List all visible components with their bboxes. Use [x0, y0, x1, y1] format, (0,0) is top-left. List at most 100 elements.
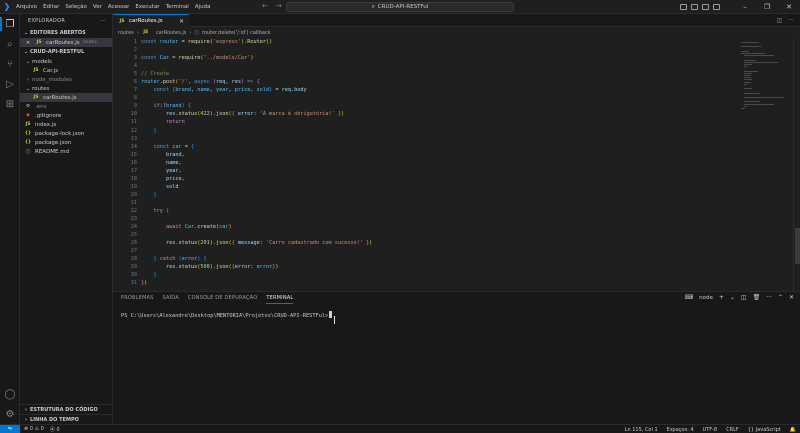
terminal-prompt: PS C:\Users\Alexandre\Desktop\MENTORIA\P… — [121, 313, 329, 319]
code-line: const {brand, name, year, price, sold} =… — [153, 87, 307, 94]
tree-file-package[interactable]: {} package.json — [20, 138, 112, 147]
layout-controls — [680, 4, 720, 10]
toggle-secondary-sidebar-icon[interactable] — [702, 4, 709, 10]
search-text: CRUD-API-RESTFul — [377, 4, 429, 10]
editor-actions: ◫ ··· — [777, 17, 794, 24]
editor-scrollbar[interactable] — [793, 38, 800, 291]
settings-gear-icon[interactable]: ⚙ — [0, 404, 20, 424]
source-control-icon[interactable]: ⑂ — [0, 54, 20, 74]
new-terminal-plus-icon[interactable]: + — [719, 294, 724, 301]
tree-file-package-lock[interactable]: {} package-lock.json — [20, 129, 112, 138]
chevron-right-icon: › — [189, 29, 192, 36]
code-line: router.post('/', async (req, res) => { — [141, 79, 260, 86]
split-terminal-icon[interactable]: ◫ — [741, 294, 747, 301]
tab-output[interactable]: SAÍDA — [163, 295, 179, 304]
menu-item-acessar[interactable]: Acessar — [108, 4, 129, 10]
code-line: sold — [166, 183, 179, 190]
menu-item-ver[interactable]: Ver — [93, 4, 102, 10]
chevron-down-icon[interactable]: ⌄ — [730, 294, 735, 301]
explorer-icon[interactable]: ❐ — [0, 14, 20, 34]
tree-file-car[interactable]: JS Car.js — [20, 66, 112, 75]
remote-indicator-icon[interactable]: ⇋ — [0, 424, 20, 433]
terminal-name[interactable]: node — [699, 295, 713, 301]
close-window-button[interactable]: ✕ — [778, 0, 800, 14]
line-number: 22 — [130, 207, 137, 214]
menu-item-editar[interactable]: Editar — [43, 4, 59, 10]
code-editor[interactable]: 1 2 3 4 5 6 7 8 9 10 11 12 13 14 15 16 17 18 19 20 21 22 23 24 2… — [113, 38, 800, 291]
minimap-line — [744, 88, 752, 90]
tree-folder-node-modules[interactable]: › node_modules — [20, 75, 112, 84]
split-editor-icon[interactable]: ◫ — [777, 17, 783, 24]
tree-file-gitignore[interactable]: ◆ .gitignore — [20, 111, 112, 120]
search-view-icon[interactable]: ⌕ — [0, 34, 20, 54]
tree-label: package-lock.json — [35, 130, 85, 137]
account-icon[interactable]: ◯ — [0, 384, 20, 404]
code-line: res.status(500).json({error: error}) — [166, 264, 279, 271]
menu-item-selecao[interactable]: Seleção — [65, 4, 87, 10]
breadcrumb-folder[interactable]: routes — [118, 30, 134, 36]
code-area[interactable]: const router = require('express').Router… — [141, 38, 741, 287]
more-actions-icon[interactable]: ··· — [788, 17, 794, 24]
gear-file-icon: ⚙ — [25, 104, 31, 109]
errors-status[interactable]: ⊗ 0 ⚠ 0 — [24, 426, 44, 433]
tree-file-readme[interactable]: ⓘ README.md — [20, 147, 112, 156]
terminal-output[interactable]: PS C:\Users\Alexandre\Desktop\MENTORIA\P… — [121, 311, 333, 319]
open-editor-item[interactable]: ✕ JS carRoutes.js routes — [20, 38, 112, 47]
close-panel-icon[interactable]: ✕ — [789, 294, 794, 301]
tree-folder-models[interactable]: ⌄ models — [20, 57, 112, 66]
breadcrumb-file[interactable]: carRoutes.js — [156, 30, 187, 36]
menu-item-arquivo[interactable]: Arquivo — [16, 4, 37, 10]
tab-label: carRoutes.js — [129, 18, 163, 24]
minimap-line — [744, 64, 752, 65]
minimap[interactable] — [741, 38, 787, 168]
forward-arrow-icon[interactable]: → — [276, 2, 282, 10]
tab-problems[interactable]: PROBLEMAS — [121, 295, 154, 304]
tab-debug-console[interactable]: CONSOLE DE DEPURAÇÃO — [188, 295, 257, 304]
outline-header[interactable]: › ESTRUTURA DO CÓDIGO — [20, 404, 113, 414]
tree-folder-routes[interactable]: ⌄ routes — [20, 84, 112, 93]
line-number: 27 — [130, 248, 137, 255]
back-arrow-icon[interactable]: ← — [262, 2, 268, 10]
minimize-button[interactable]: – — [734, 0, 756, 14]
cursor-position[interactable]: Ln 115, Col 1 — [625, 427, 658, 433]
notifications-bell-icon[interactable]: 🔔 — [790, 427, 796, 433]
extensions-icon[interactable]: ⊞ — [0, 94, 20, 114]
indentation[interactable]: Espaços: 4 — [667, 427, 694, 433]
tree-file-env[interactable]: ⚙ .env — [20, 102, 112, 111]
tab-terminal[interactable]: TERMINAL — [266, 295, 294, 304]
toggle-sidebar-icon[interactable] — [680, 4, 687, 10]
trash-icon[interactable]: 🗑 — [753, 294, 761, 301]
more-actions-icon[interactable]: ··· — [100, 18, 106, 24]
run-debug-icon[interactable]: ▷ — [0, 74, 20, 94]
project-header[interactable]: ⌄ CRUD-API-RESTFUL — [20, 47, 112, 57]
line-number: 3 — [133, 55, 137, 62]
menu-item-terminal[interactable]: Terminal — [166, 4, 189, 10]
customize-layout-icon[interactable] — [713, 4, 720, 10]
breadcrumb-symbol[interactable]: router.delete('/:id') callback — [202, 30, 271, 36]
open-editors-header[interactable]: ⌄ EDITORES ABERTOS — [20, 28, 112, 38]
tree-file-index[interactable]: JS index.js — [20, 120, 112, 129]
chevron-down-icon: ⌄ — [25, 58, 31, 65]
chevron-up-icon[interactable]: ⌃ — [778, 294, 783, 301]
menu-item-ajuda[interactable]: Ajuda — [195, 4, 211, 10]
maximize-button[interactable]: ❐ — [756, 0, 778, 14]
command-center-search[interactable]: ⌕ CRUD-API-RESTFul — [286, 2, 514, 12]
toggle-panel-icon[interactable] — [691, 4, 698, 10]
end-of-line[interactable]: CRLF — [726, 427, 739, 433]
encoding[interactable]: UTF-8 — [703, 427, 718, 433]
git-file-icon: ◆ — [26, 113, 30, 118]
close-tab-icon[interactable]: ✕ — [179, 18, 184, 25]
menu-item-executar[interactable]: Executar — [135, 4, 159, 10]
close-editor-icon[interactable]: ✕ — [26, 40, 32, 46]
language-mode[interactable]: {} JavaScript — [748, 427, 781, 433]
tree-file-carroutes[interactable]: JS carRoutes.js — [20, 93, 112, 102]
more-actions-icon[interactable]: ··· — [766, 294, 772, 301]
ports-status[interactable]: ⦿ 0 — [50, 426, 60, 433]
timeline-header[interactable]: › LINHA DO TEMPO — [20, 414, 113, 424]
line-number: 12 — [130, 127, 137, 134]
editor-scrollbar-thumb[interactable] — [795, 228, 800, 264]
minimap-line — [744, 105, 747, 107]
tab-carroutes[interactable]: JS carRoutes.js ✕ — [113, 14, 189, 27]
